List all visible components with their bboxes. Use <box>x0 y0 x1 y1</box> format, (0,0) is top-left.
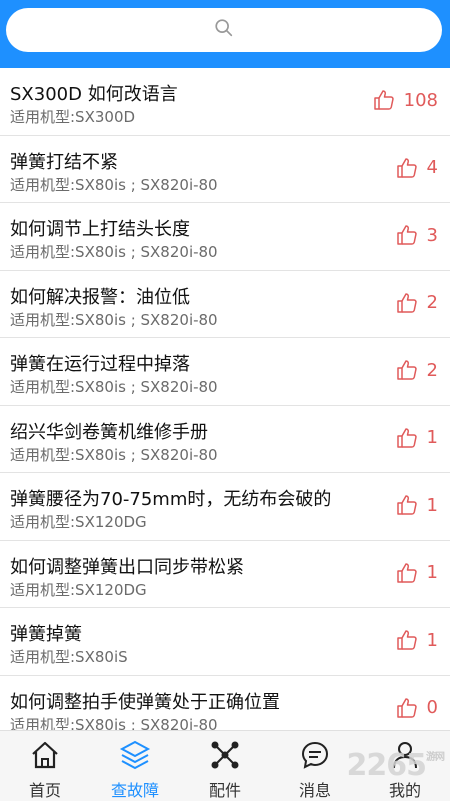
thumbs-up-icon <box>395 291 427 315</box>
item-model: 适用机型:SX80is ; SX820i-80 <box>10 310 218 329</box>
chat-icon <box>270 739 360 771</box>
item-model: 适用机型:SX120DG <box>10 580 147 599</box>
tab-label: 我的 <box>388 781 421 800</box>
item-title: 如何调节上打结头长度 <box>10 219 190 240</box>
list-item[interactable]: 绍兴华剑卷簧机维修手册 适用机型:SX80is ; SX820i-80 1 <box>0 406 450 473</box>
item-model: 适用机型:SX80is ; SX820i-80 <box>10 445 218 464</box>
list-item[interactable]: 弹簧掉簧 适用机型:SX80iS 1 <box>0 608 450 676</box>
list-item[interactable]: SX300D 如何改语言 适用机型:SX300D 108 <box>0 68 450 136</box>
list-item[interactable]: 如何调节上打结头长度 适用机型:SX80is ; SX820i-80 3 <box>0 203 450 271</box>
item-title: 弹簧在运行过程中掉落 <box>10 354 190 375</box>
fault-list: SX300D 如何改语言 适用机型:SX300D 108 弹簧打结不紧 适用机型… <box>0 68 450 730</box>
thumbs-up-icon <box>395 426 427 450</box>
thumbs-up-icon <box>372 88 404 112</box>
item-model: 适用机型:SX80is ; SX820i-80 <box>10 243 218 261</box>
thumbs-up-icon <box>395 561 427 585</box>
item-title: 弹簧腰径为70-75mm时，无纺布会破的 <box>10 489 332 510</box>
tab-label: 首页 <box>28 781 61 800</box>
thumbs-up-icon <box>395 156 427 180</box>
like-count: 2 <box>426 292 438 313</box>
list-item[interactable]: 弹簧打结不紧 适用机型:SX80is ; SX820i-80 4 <box>0 136 450 203</box>
like-button[interactable]: 108 <box>372 88 438 112</box>
search-icon <box>213 17 235 43</box>
tab-faults[interactable]: 查故障 <box>90 731 180 801</box>
like-count: 4 <box>426 157 438 178</box>
molecule-icon <box>180 739 270 771</box>
item-title: SX300D 如何改语言 <box>10 84 178 105</box>
item-title: 弹簧打结不紧 <box>10 151 118 173</box>
like-count: 0 <box>426 697 438 718</box>
list-item[interactable]: 弹簧腰径为70-75mm时，无纺布会破的 适用机型:SX120DG 1 <box>0 473 450 541</box>
item-title: 如何解决报警：油位低 <box>10 286 190 308</box>
thumbs-up-icon <box>395 628 427 652</box>
tab-messages[interactable]: 消息 <box>270 731 360 801</box>
like-count: 3 <box>426 224 438 246</box>
like-button[interactable]: 0 <box>395 696 438 720</box>
bottom-tab-bar: 首页 查故障 配件 消息 我的 <box>0 730 450 801</box>
tab-label: 查故障 <box>110 781 159 800</box>
item-model: 适用机型:SX80is ; SX820i-80 <box>10 715 218 731</box>
item-title: 如何调整弹簧出口同步带松紧 <box>10 556 244 578</box>
list-item[interactable]: 弹簧在运行过程中掉落 适用机型:SX80is ; SX820i-80 2 <box>0 338 450 406</box>
like-button[interactable]: 2 <box>395 291 438 315</box>
tab-home[interactable]: 首页 <box>0 731 90 801</box>
like-count: 108 <box>403 89 438 111</box>
like-count: 1 <box>426 494 438 516</box>
item-title: 绍兴华剑卷簧机维修手册 <box>10 421 208 443</box>
like-button[interactable]: 1 <box>395 493 438 517</box>
tab-label: 配件 <box>208 781 241 800</box>
item-model: 适用机型:SX120DG <box>10 513 147 531</box>
list-item[interactable]: 如何调整弹簧出口同步带松紧 适用机型:SX120DG 1 <box>0 541 450 608</box>
like-button[interactable]: 1 <box>395 426 438 450</box>
item-title: 如何调整拍手使弹簧处于正确位置 <box>10 691 280 713</box>
top-bar <box>0 0 450 68</box>
item-model: 适用机型:SX80is ; SX820i-80 <box>10 175 218 194</box>
thumbs-up-icon <box>395 223 427 247</box>
thumbs-up-icon <box>395 493 427 517</box>
item-title: 弹簧掉簧 <box>10 624 82 645</box>
item-model: 适用机型:SX80iS <box>10 648 128 666</box>
thumbs-up-icon <box>395 358 427 382</box>
item-model: 适用机型:SX80is ; SX820i-80 <box>10 378 218 396</box>
like-button[interactable]: 3 <box>395 223 438 247</box>
like-button[interactable]: 4 <box>395 156 438 180</box>
list-item[interactable]: 如何调整拍手使弹簧处于正确位置 适用机型:SX80is ; SX820i-80 … <box>0 676 450 731</box>
item-model: 适用机型:SX300D <box>10 108 136 126</box>
thumbs-up-icon <box>395 696 427 720</box>
like-button[interactable]: 1 <box>395 561 438 585</box>
home-icon <box>0 739 90 771</box>
tab-label: 消息 <box>298 781 331 800</box>
like-count: 1 <box>426 562 438 583</box>
like-count: 1 <box>426 427 438 448</box>
tab-profile[interactable]: 我的 <box>360 731 450 801</box>
like-button[interactable]: 2 <box>395 358 438 382</box>
like-count: 1 <box>426 629 438 651</box>
like-count: 2 <box>426 359 438 381</box>
search-bar[interactable] <box>6 8 442 52</box>
user-icon <box>360 739 450 771</box>
layers-icon <box>90 739 180 771</box>
list-item[interactable]: 如何解决报警：油位低 适用机型:SX80is ; SX820i-80 2 <box>0 271 450 338</box>
like-button[interactable]: 1 <box>395 628 438 652</box>
tab-parts[interactable]: 配件 <box>180 731 270 801</box>
